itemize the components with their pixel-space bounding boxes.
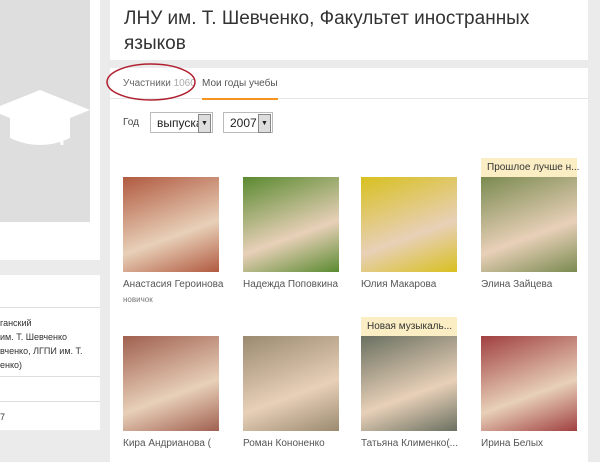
member-name[interactable]: Ирина Белых <box>481 438 591 449</box>
status-bubble[interactable]: Новая музыкаль... <box>361 317 457 336</box>
member-photo[interactable] <box>361 336 457 431</box>
year-label: Год <box>123 117 139 128</box>
highlight-circle <box>106 63 196 101</box>
info-line: им. Т. Шевченко <box>0 332 68 342</box>
info-footer: 7 <box>0 412 6 422</box>
year-type-select[interactable]: выпуска ▼ <box>150 112 213 133</box>
member-name[interactable]: Надежда Поповкина <box>243 279 353 290</box>
member-name[interactable]: Юлия Макарова <box>361 279 471 290</box>
year-type-value: выпуска <box>157 116 203 130</box>
page-title: ЛНУ им. Т. Шевченко, Факультет иностранн… <box>124 8 530 54</box>
year-value: 2007 <box>230 116 257 130</box>
member-photo[interactable] <box>243 336 339 431</box>
member-name[interactable]: Анастасия Героинова <box>123 279 233 290</box>
profile-card <box>0 0 100 260</box>
info-line: ганский <box>0 318 32 328</box>
status-bubble[interactable]: Прошлое лучше н... <box>481 158 579 177</box>
member-name[interactable]: Татьяна Клименко(... <box>361 438 471 449</box>
member-name[interactable]: Элина Зайцева <box>481 279 591 290</box>
member-photo[interactable] <box>481 177 577 272</box>
graduation-cap-icon <box>0 90 90 146</box>
info-line: вченко, ЛГПИ им. Т. <box>0 346 83 356</box>
group-avatar-placeholder <box>0 0 90 222</box>
year-select[interactable]: 2007 ▼ <box>223 112 273 133</box>
member-name[interactable]: Кира Андрианова ( <box>123 438 233 449</box>
member-photo[interactable] <box>361 177 457 272</box>
info-card: ганский им. Т. Шевченко вченко, ЛГПИ им.… <box>0 275 100 430</box>
member-status-label: новичок <box>123 295 153 304</box>
member-photo[interactable] <box>481 336 577 431</box>
dropdown-arrow-icon: ▼ <box>258 114 271 133</box>
member-photo[interactable] <box>123 177 219 272</box>
info-line: енко) <box>0 360 23 370</box>
member-photo[interactable] <box>243 177 339 272</box>
dropdown-arrow-icon: ▼ <box>198 114 211 133</box>
tab-my-years[interactable]: Мои годы учебы <box>202 78 278 100</box>
member-photo[interactable] <box>123 336 219 431</box>
member-name[interactable]: Роман Кононенко <box>243 438 353 449</box>
